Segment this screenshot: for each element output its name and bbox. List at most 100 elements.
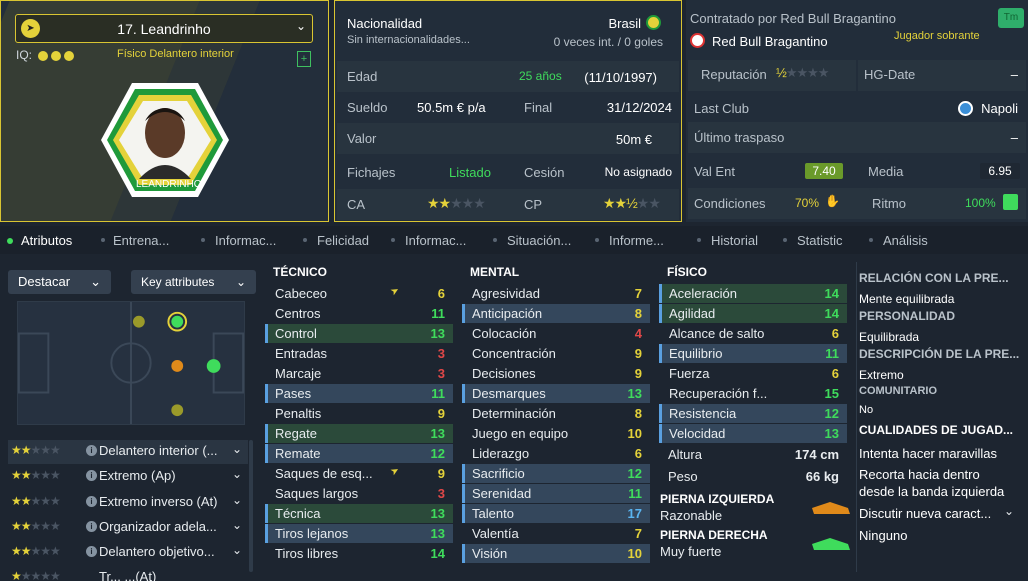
info-icon[interactable]: i xyxy=(86,470,97,481)
attribute-row[interactable]: Tiros libres 14 xyxy=(265,544,453,563)
attribute-row[interactable]: Serenidad 11 xyxy=(462,484,650,503)
player-selector[interactable]: ➤ 17. Leandrinho ⌄ xyxy=(15,14,313,43)
attribute-row[interactable]: Equilibrio 11 xyxy=(659,344,847,363)
attribute-row[interactable]: Juego en equipo 10 xyxy=(462,424,650,443)
right-foot-value: Muy fuerte xyxy=(660,544,722,559)
discuss-trait-dropdown[interactable]: Discutir nueva caract... xyxy=(859,506,991,521)
attribute-row[interactable]: Velocidad 13 xyxy=(659,424,847,443)
role-row[interactable]: ★★★★★ Tr... ...(At) xyxy=(8,566,248,581)
attribute-row[interactable]: Cabeceo 6 ➤ xyxy=(265,284,453,303)
attribute-row[interactable]: Agilidad 14 xyxy=(659,304,847,323)
description-header: DESCRIPCIÓN DE LA PRE... xyxy=(859,347,1020,361)
chevron-down-icon[interactable]: ⌄ xyxy=(296,19,306,33)
attribute-value: 13 xyxy=(430,426,445,441)
info-icon[interactable]: i xyxy=(86,445,97,456)
key-attributes-dropdown[interactable]: Key attributes ⌄ xyxy=(131,270,256,294)
contracted-label: Contratado por Red Bull Bragantino xyxy=(690,11,896,26)
dob-value: (11/10/1997) xyxy=(584,70,657,85)
attribute-row[interactable]: Visión 10 xyxy=(462,544,650,563)
attribute-row[interactable]: Entradas 3 xyxy=(265,344,453,363)
chevron-down-icon[interactable]: ⌄ xyxy=(232,493,242,507)
attribute-row[interactable]: Saques largos 3 xyxy=(265,484,453,503)
attribute-name: Valentía xyxy=(472,526,519,541)
attribute-row[interactable]: Penaltis 9 xyxy=(265,404,453,423)
attribute-row[interactable]: Liderazgo 6 xyxy=(462,444,650,463)
tab-statistics[interactable]: Statistic xyxy=(797,233,843,248)
highlight-dropdown[interactable]: Destacar ⌄ xyxy=(8,270,111,294)
tab-reports-1[interactable]: Informac... xyxy=(215,233,276,248)
tab-training[interactable]: Entrena... xyxy=(113,233,169,248)
role-row[interactable]: ★★★★★ i Delantero objetivo... ⌄ xyxy=(8,541,248,565)
ca-label: CA xyxy=(347,197,366,212)
tab-situation[interactable]: Situación... xyxy=(507,233,571,248)
attribute-row[interactable]: Marcaje 3 xyxy=(265,364,453,383)
attribute-row[interactable]: Determinación 8 xyxy=(462,404,650,423)
attribute-row[interactable]: Fuerza 6 xyxy=(659,364,847,383)
attribute-row[interactable]: Desmarques 13 xyxy=(462,384,650,403)
attribute-row[interactable]: Talento 17 xyxy=(462,504,650,523)
attribute-row[interactable]: Alcance de salto 6 xyxy=(659,324,847,343)
attribute-name: Decisiones xyxy=(472,366,536,381)
value-label: Valor xyxy=(347,131,377,146)
loan-label: Cesión xyxy=(524,165,565,180)
role-row[interactable]: ★★★★★ i Organizador adela... ⌄ xyxy=(8,516,248,540)
attribute-row[interactable]: Tiros lejanos 13 xyxy=(265,524,453,543)
handshake-icon: ✋ xyxy=(825,194,840,208)
attribute-row[interactable]: Concentración 9 xyxy=(462,344,650,363)
attribute-value: 11 xyxy=(628,486,642,501)
role-row[interactable]: ★★★★★ i Delantero interior (... ⌄ xyxy=(8,440,248,464)
attribute-row[interactable]: Regate 13 xyxy=(265,424,453,443)
tab-attributes[interactable]: Atributos xyxy=(21,233,72,248)
tab-happiness[interactable]: Felicidad xyxy=(317,233,369,248)
club-name[interactable]: Red Bull Bragantino xyxy=(712,34,828,49)
loan-status[interactable]: No asignado xyxy=(605,165,672,179)
attribute-row[interactable]: Sacrificio 12 xyxy=(462,464,650,483)
chevron-down-icon[interactable]: ⌄ xyxy=(232,543,242,557)
chevron-down-icon[interactable]: ⌄ xyxy=(232,467,242,481)
attribute-row[interactable]: Control 13 xyxy=(265,324,453,343)
tab-reports-2[interactable]: Informac... xyxy=(405,233,466,248)
chevron-down-icon: ⌄ xyxy=(90,274,101,289)
nationality-value[interactable]: Brasil xyxy=(608,16,641,31)
brazil-flag-icon xyxy=(646,15,661,30)
attribute-row[interactable]: Decisiones 9 xyxy=(462,364,650,383)
chevron-down-icon[interactable]: ⌄ xyxy=(232,442,242,456)
attribute-row[interactable]: Pases 11 xyxy=(265,384,453,403)
last-club-value[interactable]: Napoli xyxy=(981,101,1018,116)
transfer-status[interactable]: Listado xyxy=(449,165,491,180)
attribute-value: 3 xyxy=(437,486,445,501)
attribute-row[interactable]: Centros 11 xyxy=(265,304,453,323)
role-name: Tr... ...(At) xyxy=(99,569,157,581)
media-label: Media xyxy=(868,164,904,179)
info-icon[interactable]: i xyxy=(86,546,97,557)
attribute-row[interactable]: Colocación 4 xyxy=(462,324,650,343)
portrait-caption: LEANDRINHO xyxy=(136,179,202,190)
roles-scrollbar[interactable] xyxy=(249,440,253,572)
tab-report[interactable]: Informe... xyxy=(609,233,664,248)
last-transfer-value: – xyxy=(1010,130,1018,145)
attribute-row[interactable]: Aceleración 14 xyxy=(659,284,847,303)
tab-analysis[interactable]: Análisis xyxy=(883,233,928,248)
attribute-row[interactable]: Remate 12 xyxy=(265,444,453,463)
attribute-value: 11 xyxy=(825,346,839,361)
chevron-down-icon[interactable]: ⌄ xyxy=(1004,504,1014,518)
add-shortlist-icon[interactable]: + xyxy=(297,51,311,67)
tab-history[interactable]: Historial xyxy=(711,233,758,248)
attribute-row[interactable]: Agresividad 7 xyxy=(462,284,650,303)
tm-badge[interactable]: Tm xyxy=(998,8,1024,28)
attribute-name: Serenidad xyxy=(472,486,532,501)
chevron-down-icon[interactable]: ⌄ xyxy=(232,518,242,532)
right-foot-label: PIERNA DERECHA xyxy=(660,528,768,542)
attribute-row[interactable]: Anticipación 8 xyxy=(462,304,650,323)
attribute-row[interactable]: Resistencia 12 xyxy=(659,404,847,423)
highlight-bar xyxy=(265,524,268,543)
attribute-row[interactable]: Valentía 7 xyxy=(462,524,650,543)
attribute-row[interactable]: Recuperación f... 15 xyxy=(659,384,847,403)
role-row[interactable]: ★★★★★ i Extremo (Ap) ⌄ xyxy=(8,465,248,489)
attribute-row[interactable]: Saques de esq... 9 ➤ xyxy=(265,464,453,483)
info-icon[interactable]: i xyxy=(86,521,97,532)
info-icon[interactable]: i xyxy=(86,496,97,507)
role-name: Organizador adela... xyxy=(99,519,217,534)
attribute-row[interactable]: Técnica 13 xyxy=(265,504,453,523)
role-row[interactable]: ★★★★★ i Extremo inverso (At) ⌄ xyxy=(8,491,248,515)
